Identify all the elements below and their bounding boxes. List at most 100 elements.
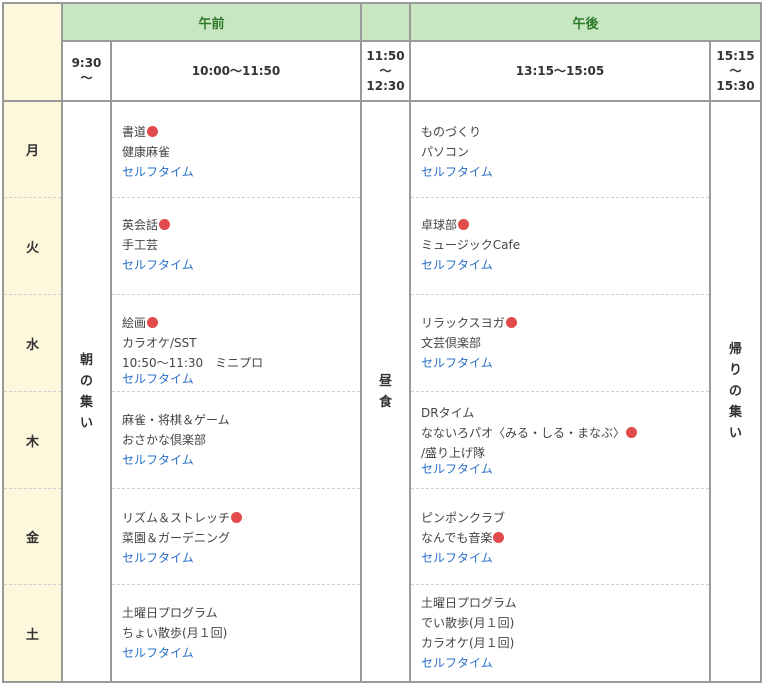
row-divider xyxy=(112,294,360,295)
program-name: 健康麻雀 xyxy=(122,142,194,162)
lunch-cell: 昼食 xyxy=(362,102,409,681)
program-name: DRタイム xyxy=(421,403,637,423)
afternoon-programs-day-4: ピンポンクラブ なんでも音楽 セルフタイム xyxy=(421,508,505,568)
self-time-label: セルフタイム xyxy=(421,353,517,373)
program-name: ピンポンクラブ xyxy=(421,508,505,528)
afternoon-programs-day-1: 卓球部 ミュージックCafe セルフタイム xyxy=(421,215,520,275)
red-dot-icon xyxy=(231,512,243,523)
program-text: 文芸倶楽部 xyxy=(421,336,482,350)
afternoon-programs-day-0: ものづくり パソコン セルフタイム xyxy=(421,122,493,182)
program-text: セルフタイム xyxy=(421,258,493,272)
program-text: リズム＆ストレッチ xyxy=(122,511,231,525)
time-930: 9:30 〜 xyxy=(71,56,102,85)
row-divider xyxy=(411,294,709,295)
program-name: 書道 xyxy=(122,122,194,142)
self-time-label: セルフタイム xyxy=(421,653,517,673)
program-text: 土曜日プログラム xyxy=(421,596,517,610)
row-divider xyxy=(112,197,360,198)
program-text: ちょい散歩(月１回) xyxy=(122,626,228,640)
leave-gathering-cell: 帰り の集 い xyxy=(711,102,760,681)
program-text: ピンポンクラブ xyxy=(421,511,506,525)
self-time-label: セルフタイム xyxy=(421,162,493,182)
red-dot-icon xyxy=(147,317,159,328)
program-text: 10:50〜11:30 ミニプロ xyxy=(122,356,264,370)
program-text: 卓球部 xyxy=(421,218,458,232)
program-text: セルフタイム xyxy=(122,258,194,272)
program-text: 英会話 xyxy=(122,218,159,232)
program-name: 手工芸 xyxy=(122,235,194,255)
program-name: リラックスヨガ xyxy=(421,313,517,333)
self-time-label: セルフタイム xyxy=(421,459,637,479)
program-name: でい散歩(月１回) xyxy=(421,613,517,633)
program-text: パソコン xyxy=(421,145,470,159)
morning-programs-day-5: 土曜日プログラム ちょい散歩(月１回) セルフタイム xyxy=(122,603,227,663)
self-time-label: セルフタイム xyxy=(122,450,230,470)
morning-header-label: 午前 xyxy=(198,16,225,32)
red-dot-icon xyxy=(626,427,638,438)
program-text: セルフタイム xyxy=(122,372,194,386)
program-name: おさかな倶楽部 xyxy=(122,430,230,450)
program-text: 絵画 xyxy=(122,316,147,330)
program-text: セルフタイム xyxy=(122,453,194,467)
row-divider xyxy=(411,584,709,585)
program-text: リラックスヨガ xyxy=(421,316,505,330)
red-dot-icon xyxy=(493,532,505,543)
program-text: /盛り上げ隊 xyxy=(421,446,486,460)
day-label-mon: 月 xyxy=(25,144,39,159)
morning-header: 午前 xyxy=(63,4,360,40)
lunch-label: 昼食 xyxy=(378,373,392,410)
program-name: 英会話 xyxy=(122,215,194,235)
program-text: 手工芸 xyxy=(122,238,159,252)
program-text: セルフタイム xyxy=(122,165,194,179)
program-text: なんでも音楽 xyxy=(421,531,493,545)
red-dot-icon xyxy=(159,219,171,230)
morning-programs-day-4: リズム＆ストレッチ 菜園＆ガーデニング セルフタイム xyxy=(122,508,243,568)
afternoon-header: 午後 xyxy=(411,4,760,40)
row-divider xyxy=(112,391,360,392)
corner-cell xyxy=(4,4,61,100)
program-text: 土曜日プログラム xyxy=(122,606,218,620)
day-label-tue: 火 xyxy=(25,240,39,256)
program-text: カラオケ/SST xyxy=(122,336,197,350)
red-dot-icon xyxy=(147,126,159,137)
program-name: 絵画 xyxy=(122,313,263,333)
program-text: セルフタイム xyxy=(122,551,194,565)
morning-gathering-label: 朝の 集い xyxy=(79,352,93,431)
program-name: 菜園＆ガーデニング xyxy=(122,528,242,548)
grid-line xyxy=(110,40,112,683)
morning-programs-day-3: 麻雀・将棋＆ゲームおさかな倶楽部 セルフタイム xyxy=(122,410,230,470)
time-1515-1530: 15:15 〜 15:30 xyxy=(716,48,755,93)
time-1150-1230: 11:50 〜 12:30 xyxy=(366,48,405,93)
time-1315-1505: 13:15〜15:05 xyxy=(515,63,605,78)
self-time-label: セルフタイム xyxy=(122,255,194,275)
lunch-header-cell xyxy=(362,4,409,40)
program-name: なないろパオ〈みる・しる・まなぶ〉 xyxy=(421,423,638,443)
day-label-fri: 金 xyxy=(25,531,39,546)
afternoon-header-label: 午後 xyxy=(572,16,599,32)
program-name: なんでも音楽 xyxy=(421,528,505,548)
morning-programs-day-2: 絵画カラオケ/SST 10:50〜11:30 ミニプロ セルフタイム xyxy=(122,313,263,389)
program-name: リズム＆ストレッチ xyxy=(122,508,243,528)
program-name: 土曜日プログラム xyxy=(421,593,517,613)
self-time-label: セルフタイム xyxy=(421,255,520,275)
program-text: 菜園＆ガーデニング xyxy=(122,531,231,545)
program-text: セルフタイム xyxy=(421,656,493,670)
program-text: おさかな倶楽部 xyxy=(122,433,207,447)
leave-gathering-label: 帰り の集 い xyxy=(728,342,742,441)
self-time-label: セルフタイム xyxy=(122,162,194,182)
program-text: 健康麻雀 xyxy=(122,145,171,159)
program-text: DRタイム xyxy=(421,406,475,420)
row-divider xyxy=(411,488,709,489)
grid-line xyxy=(409,4,411,683)
program-name: カラオケ(月１回) xyxy=(421,633,517,653)
program-text: セルフタイム xyxy=(122,646,194,660)
header-divider xyxy=(61,40,762,42)
program-name: ちょい散歩(月１回) xyxy=(122,623,227,643)
self-time-label: セルフタイム xyxy=(122,643,227,663)
program-name: 麻雀・将棋＆ゲーム xyxy=(122,410,230,430)
program-name: カラオケ/SST xyxy=(122,333,263,353)
day-label-thu: 木 xyxy=(25,434,39,450)
afternoon-programs-day-5: 土曜日プログラムでい散歩(月１回) カラオケ(月１回) セルフタイム xyxy=(421,593,517,673)
program-text: カラオケ(月１回) xyxy=(421,636,515,650)
red-dot-icon xyxy=(505,317,517,328)
